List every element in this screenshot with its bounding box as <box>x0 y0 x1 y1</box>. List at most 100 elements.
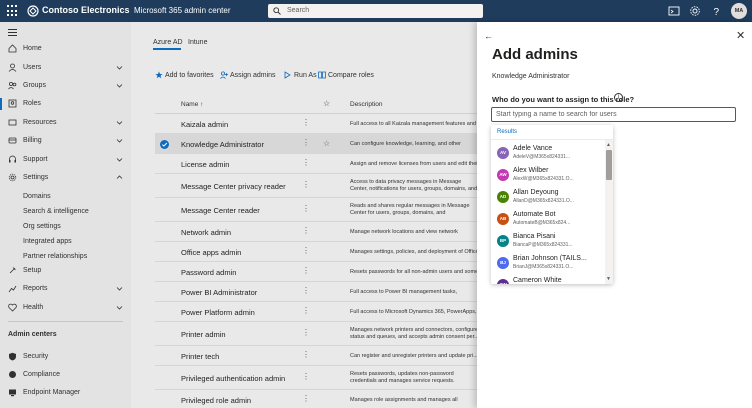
nav-sub-org-settings[interactable]: Org settings <box>23 223 61 230</box>
user-result-item[interactable]: AW Alex Wilber AlexW@M365x824331.O... <box>491 164 605 186</box>
more-options-icon[interactable]: ⋮ <box>302 372 310 381</box>
more-options-icon[interactable]: ⋮ <box>302 306 310 315</box>
table-row[interactable]: License admin ⋮ Assign and remove licenses… <box>155 154 477 174</box>
role-name[interactable]: Privileged role admin <box>181 396 251 405</box>
more-options-icon[interactable]: ⋮ <box>302 204 310 213</box>
role-name[interactable]: Password admin <box>181 268 236 277</box>
nav-sub-integrated-apps[interactable]: Integrated apps <box>23 238 72 245</box>
favorite-star-icon[interactable]: ☆ <box>323 139 330 148</box>
brand-name[interactable]: Contoso Electronics <box>42 5 130 15</box>
assign-admins-button[interactable]: Assign admins <box>220 71 282 81</box>
table-row[interactable]: Office apps admin ⋮ Manages settings, poli… <box>155 242 477 262</box>
role-name[interactable]: Power BI Administrator <box>181 288 257 297</box>
more-options-icon[interactable]: ⋮ <box>302 180 310 189</box>
role-name[interactable]: Power Platform admin <box>181 308 255 317</box>
nav-item-settings[interactable]: Settings <box>0 169 131 187</box>
favorite-column-star-icon[interactable]: ☆ <box>323 99 330 108</box>
more-options-icon[interactable]: ⋮ <box>302 394 310 403</box>
scroll-up-icon[interactable]: ▲ <box>606 142 611 148</box>
more-options-icon[interactable]: ⋮ <box>302 328 310 337</box>
user-result-item[interactable]: CWCameron WhiteCameronW@M365x824... <box>491 274 605 284</box>
user-result-item[interactable]: AV Adele Vance AdeleV@M365x824331... <box>491 142 605 164</box>
search-box[interactable]: Search <box>268 4 483 18</box>
more-options-icon[interactable]: ⋮ <box>302 286 310 295</box>
nav-item-resources[interactable]: Resources <box>0 114 131 132</box>
nav-sub-domains[interactable]: Domains <box>23 193 51 200</box>
nav-item-compliance[interactable]: Compliance <box>0 366 131 384</box>
more-options-icon[interactable]: ⋮ <box>302 246 310 255</box>
role-description: Manage network locations and view networ… <box>350 228 458 235</box>
table-row[interactable]: Privileged authentication admin ⋮ Resets p… <box>155 366 477 390</box>
info-icon[interactable]: i <box>614 93 623 102</box>
role-name[interactable]: Message Center privacy reader <box>181 182 286 191</box>
nav-item-health[interactable]: Health <box>0 299 131 317</box>
role-name[interactable]: Printer admin <box>181 330 226 339</box>
nav-item-billing[interactable]: Billing <box>0 132 131 150</box>
nav-item-setup[interactable]: Setup <box>0 262 131 280</box>
role-name[interactable]: Message Center reader <box>181 206 260 215</box>
nav-item-endpoint-manager[interactable]: Endpoint Manager <box>0 384 131 402</box>
table-row[interactable]: Network admin ⋮ Manage network locations a… <box>155 222 477 242</box>
role-name[interactable]: Kaizala admin <box>181 120 228 129</box>
tab-azure-ad[interactable]: Azure AD <box>153 39 183 46</box>
role-name[interactable]: Knowledge Administrator <box>181 140 264 149</box>
compare-roles-button[interactable]: Compare roles <box>318 71 378 81</box>
scrollbar-thumb[interactable] <box>606 150 612 180</box>
nav-item-label: Resources <box>23 119 57 126</box>
table-row[interactable]: Power Platform admin ⋮ Full access to Micr… <box>155 302 477 322</box>
add-to-favorites-button[interactable]: Add to favorites <box>155 71 225 81</box>
table-row[interactable]: Printer tech ⋮ Can register and unregister… <box>155 346 477 366</box>
gear-icon[interactable] <box>689 5 701 17</box>
nav-item-security[interactable]: Security <box>0 348 131 366</box>
scroll-down-icon[interactable]: ▼ <box>606 276 611 282</box>
svg-text:?: ? <box>714 7 720 17</box>
more-options-icon[interactable]: ⋮ <box>302 266 310 275</box>
nav-item-roles[interactable]: Roles <box>0 95 131 113</box>
user-result-item[interactable]: BJ Brian Johnson (TAILS... BrianJ@M365x824… <box>491 252 605 274</box>
nav-sub-partner-relationships[interactable]: Partner relationships <box>23 253 87 260</box>
nav-item-users[interactable]: Users <box>0 59 131 77</box>
tab-intune[interactable]: Intune <box>188 39 207 46</box>
table-row[interactable]: Message Center reader ⋮ Reads and shares r… <box>155 198 477 222</box>
more-options-icon[interactable]: ⋮ <box>302 226 310 235</box>
nav-item-support[interactable]: Support <box>0 151 131 169</box>
more-options-icon[interactable]: ⋮ <box>302 118 310 127</box>
nav-item-groups[interactable]: Groups <box>0 77 131 95</box>
table-row[interactable]: Password admin ⋮ Resets passwords for all … <box>155 262 477 282</box>
user-search-input[interactable] <box>491 107 736 122</box>
terminal-icon[interactable] <box>668 5 680 17</box>
table-row[interactable]: Knowledge Administrator ⋮ ☆ Can configure k… <box>155 134 477 154</box>
column-header-name[interactable]: Name ↑ <box>181 101 203 108</box>
close-icon[interactable]: ✕ <box>736 29 745 42</box>
help-icon[interactable]: ? <box>710 5 722 17</box>
run-as-button[interactable]: Run As <box>284 71 318 81</box>
hamburger-icon[interactable] <box>8 29 17 36</box>
user-icon <box>8 63 17 72</box>
more-options-icon[interactable]: ⋮ <box>302 158 310 167</box>
more-options-icon[interactable]: ⋮ <box>302 350 310 359</box>
avatar[interactable]: MA <box>731 3 747 19</box>
app-launcher-icon[interactable] <box>7 5 19 17</box>
user-result-item[interactable]: BP Bianca Pisani BiancaP@M365x824331... <box>491 230 605 252</box>
nav-item-home[interactable]: Home <box>0 40 131 58</box>
user-avatar: BP <box>497 235 509 247</box>
row-selected-check-icon[interactable] <box>160 139 169 149</box>
table-row[interactable]: Power BI Administrator ⋮ Full access to Po… <box>155 282 477 302</box>
role-name[interactable]: License admin <box>181 160 229 169</box>
table-row[interactable]: Message Center privacy reader ⋮ Access to … <box>155 174 477 198</box>
role-name[interactable]: Network admin <box>181 228 231 237</box>
user-result-item[interactable]: AB Automate Bot AutomateB@M365x824... <box>491 208 605 230</box>
table-row[interactable]: Kaizala admin ⋮ Full access to all Kaizala… <box>155 114 477 134</box>
role-name[interactable]: Office apps admin <box>181 248 241 257</box>
nav-divider <box>8 321 123 322</box>
nav-item-reports[interactable]: Reports <box>0 280 131 298</box>
more-options-icon[interactable]: ⋮ <box>302 138 310 147</box>
table-row[interactable]: Privileged role admin ⋮ Manages role assig… <box>155 390 477 408</box>
user-result-item[interactable]: AD Allan Deyoung AllanD@M365x824331.O... <box>491 186 605 208</box>
back-arrow-icon[interactable]: ← <box>484 31 493 41</box>
role-name[interactable]: Printer tech <box>181 352 219 361</box>
role-name[interactable]: Privileged authentication admin <box>181 374 285 383</box>
nav-sub-search-intelligence[interactable]: Search & intelligence <box>23 208 89 215</box>
results-scrollbar[interactable]: ▲ ▼ <box>605 140 613 284</box>
table-row[interactable]: Printer admin ⋮ Manages network printers a… <box>155 322 477 346</box>
